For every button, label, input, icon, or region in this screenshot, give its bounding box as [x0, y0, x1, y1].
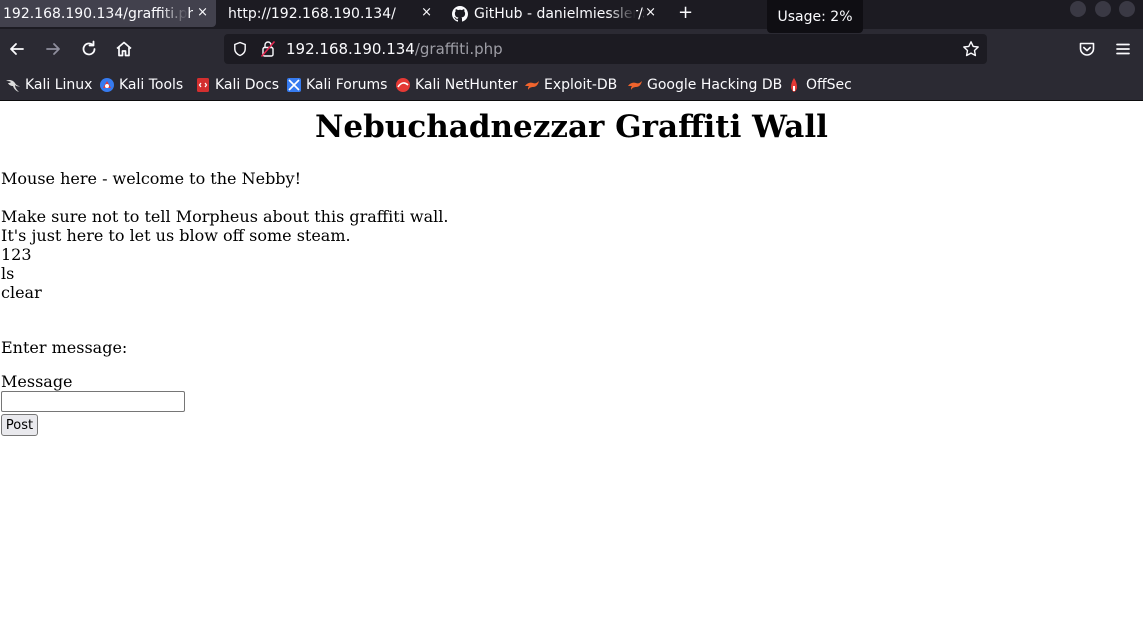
bookmark-label: Kali NetHunter [415, 77, 518, 93]
minimize-icon[interactable] [1070, 1, 1086, 17]
bookmark-kali-docs[interactable]: Kali Docs [195, 76, 279, 94]
url-host: 192.168.190.134 [286, 40, 415, 58]
message-input[interactable] [1, 391, 185, 412]
tab-close-icon[interactable]: × [421, 5, 432, 20]
nethunter-icon [396, 78, 410, 92]
close-window-icon[interactable] [1119, 1, 1135, 17]
bookmark-kali-nethunter[interactable]: Kali NetHunter [395, 76, 517, 94]
url-bar[interactable]: 192.168.190.134/graffiti.php [224, 34, 987, 64]
bookmarks-toolbar: Kali Linux Kali Tools Kali Docs Kali For… [0, 70, 1143, 101]
usage-tooltip: Usage: 2% [767, 0, 863, 33]
tab-close-icon[interactable]: × [645, 5, 656, 20]
pocket-icon[interactable] [1077, 39, 1097, 59]
graffiti-line: ls [1, 264, 15, 283]
url-text[interactable]: 192.168.190.134/graffiti.php [286, 40, 503, 58]
graffiti-line: It's just here to let us blow off some s… [1, 226, 351, 245]
tab-github[interactable]: GitHub - danielmiessler/SecLists × [444, 0, 664, 27]
offsec-icon [791, 78, 797, 92]
navigation-toolbar: 192.168.190.134/graffiti.php [0, 29, 1143, 70]
message-label: Message [1, 372, 73, 391]
tab-bar: 192.168.190.134/graffiti.php × http://19… [0, 0, 1143, 33]
new-tab-icon[interactable]: + [678, 2, 693, 23]
graffiti-line: 123 [1, 245, 32, 264]
url-path: /graffiti.php [414, 40, 503, 58]
bookmark-label: Kali Docs [215, 77, 280, 93]
tab-root[interactable]: http://192.168.190.134/ × [216, 0, 440, 27]
bookmark-label: Google Hacking DB [647, 77, 783, 93]
insecure-lock-icon[interactable] [260, 40, 276, 58]
shield-icon[interactable] [232, 41, 248, 57]
bookmark-google-hacking-db[interactable]: Google Hacking DB [627, 76, 782, 94]
form-prompt: Enter message: [1, 338, 128, 357]
tab-title: http://192.168.190.134/ [228, 5, 396, 22]
bookmark-kali-linux[interactable]: Kali Linux [5, 76, 92, 94]
bookmark-label: Exploit-DB [544, 77, 618, 93]
page-content: Nebuchadnezzar Graffiti Wall Mouse here … [0, 101, 1143, 621]
bookmark-kali-tools[interactable]: Kali Tools [99, 76, 183, 94]
page-title: Nebuchadnezzar Graffiti Wall [315, 109, 828, 145]
reload-icon[interactable] [79, 39, 99, 59]
back-arrow-icon[interactable] [7, 39, 27, 59]
tab-graffiti[interactable]: 192.168.190.134/graffiti.php × [0, 0, 216, 27]
bookmark-label: Kali Forums [306, 77, 388, 93]
bookmark-kali-forums[interactable]: Kali Forums [286, 76, 387, 94]
bookmark-label: Kali Linux [25, 77, 93, 93]
kali-docs-icon [197, 78, 209, 92]
tab-close-icon[interactable]: × [197, 5, 208, 20]
post-button[interactable]: Post [1, 414, 38, 436]
bookmark-label: OffSec [806, 77, 852, 93]
exploit-db-icon [525, 81, 539, 90]
maximize-icon[interactable] [1095, 1, 1111, 17]
github-icon [452, 5, 468, 22]
kali-forums-icon [287, 78, 301, 92]
kali-dragon-icon [6, 79, 20, 92]
ghdb-icon [628, 81, 642, 90]
kali-tools-icon [100, 78, 114, 92]
welcome-text[interactable]: Mouse here - welcome to the Nebby! [1, 169, 301, 188]
forward-arrow-icon[interactable] [43, 39, 63, 59]
menu-icon[interactable] [1113, 39, 1133, 59]
home-icon[interactable] [114, 39, 134, 59]
bookmark-offsec[interactable]: OffSec [786, 76, 852, 94]
graffiti-line: clear [1, 283, 42, 302]
bookmark-star-icon[interactable] [962, 40, 980, 58]
bookmark-label: Kali Tools [119, 77, 184, 93]
graffiti-line: Make sure not to tell Morpheus about thi… [1, 207, 449, 226]
bookmark-exploit-db[interactable]: Exploit-DB [524, 76, 617, 94]
